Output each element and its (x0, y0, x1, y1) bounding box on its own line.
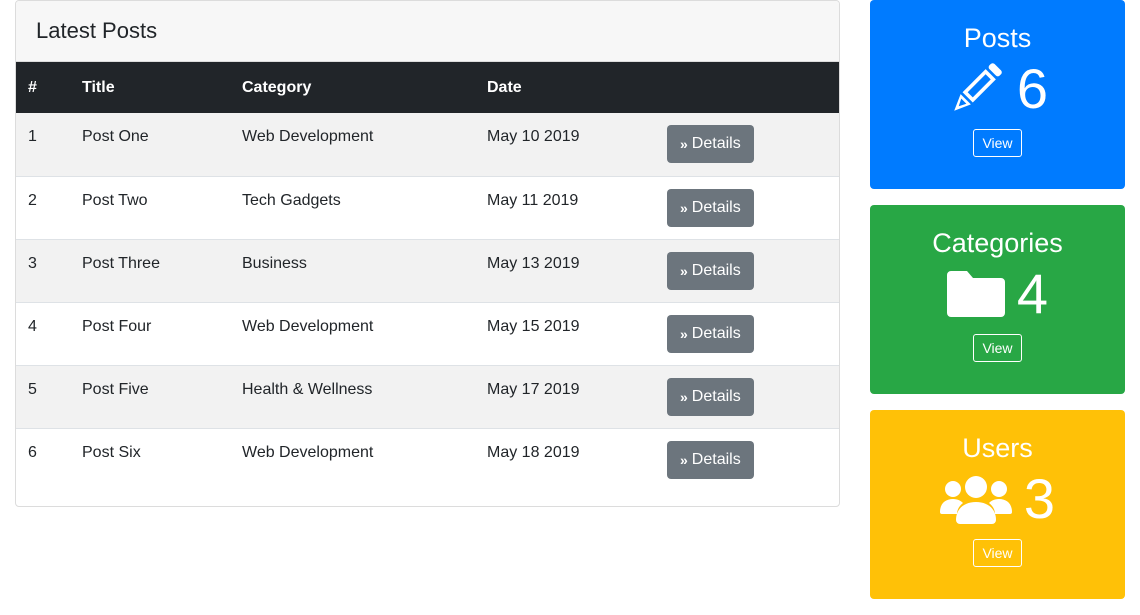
details-button-label: Details (691, 387, 741, 405)
view-users-button[interactable]: View (973, 539, 1022, 567)
details-button[interactable]: » Details (667, 440, 754, 479)
table-row: 5 Post Five Health & Wellness May 17 201… (16, 365, 839, 428)
row-title: Post Four (82, 317, 152, 335)
users-count: 3 (1023, 467, 1056, 530)
row-title: Post Six (82, 443, 141, 461)
row-category: Business (242, 254, 307, 272)
users-icon (939, 474, 1012, 524)
row-number: 5 (28, 380, 37, 398)
row-number: 4 (28, 317, 37, 335)
stat-title: Categories (932, 228, 1063, 258)
details-button[interactable]: » Details (667, 125, 754, 163)
column-header-category: Category (242, 78, 312, 96)
latest-posts-title: Latest Posts (36, 18, 158, 43)
table-row: 6 Post Six Web Development May 18 2019 »… (16, 428, 839, 506)
row-category: Web Development (242, 317, 374, 335)
folder-icon (946, 271, 1005, 317)
stat-title: Users (962, 433, 1033, 463)
details-button-label: Details (691, 198, 741, 216)
row-date: May 15 2019 (487, 317, 580, 335)
double-chevron-right-icon: » (680, 325, 688, 342)
row-title: Post One (82, 128, 149, 145)
latest-posts-header: Latest Posts (16, 1, 839, 62)
row-category: Web Development (242, 443, 374, 461)
pencil-icon (947, 60, 1005, 118)
row-number: 2 (28, 191, 37, 209)
column-header-date: Date (487, 78, 522, 96)
details-button-label: Details (691, 324, 741, 342)
posts-stat-card: Posts 6 View (870, 0, 1125, 189)
row-date: May 11 2019 (487, 191, 579, 209)
row-number: 6 (28, 443, 37, 461)
categories-stat-card: Categories 4 View (870, 205, 1125, 394)
table-row: 1 Post One Web Development May 10 2019 »… (16, 113, 839, 176)
double-chevron-right-icon: » (680, 262, 688, 279)
details-button[interactable]: » Details (667, 314, 754, 353)
details-button-label: Details (691, 450, 741, 468)
double-chevron-right-icon: » (680, 136, 688, 152)
row-category: Web Development (242, 128, 374, 145)
table-header-row: # Title Category Date (16, 62, 839, 113)
row-date: May 10 2019 (487, 128, 580, 145)
row-date: May 13 2019 (487, 254, 580, 272)
column-header-actions (655, 62, 839, 113)
details-button-label: Details (691, 261, 741, 279)
column-header-number: # (28, 78, 37, 96)
view-categories-button[interactable]: View (973, 334, 1022, 362)
posts-count: 6 (1016, 57, 1049, 120)
row-date: May 18 2019 (487, 443, 580, 461)
row-date: May 17 2019 (487, 380, 580, 398)
row-category: Health & Wellness (242, 380, 373, 398)
table-row: 4 Post Four Web Development May 15 2019 … (16, 302, 839, 365)
double-chevron-right-icon: » (680, 451, 688, 468)
details-button[interactable]: » Details (667, 377, 754, 416)
row-number: 3 (28, 254, 37, 272)
details-button[interactable]: » Details (667, 251, 754, 290)
double-chevron-right-icon: » (680, 199, 688, 216)
details-button[interactable]: » Details (667, 188, 754, 227)
view-posts-button[interactable]: View (973, 129, 1022, 157)
users-stat-card: Users 3 View (870, 410, 1125, 599)
posts-table: # Title Category Date 1 Post One Web Dev… (16, 62, 839, 506)
latest-posts-card: Latest Posts # Title Category Date 1 Pos… (15, 0, 840, 507)
row-number: 1 (28, 128, 37, 145)
double-chevron-right-icon: » (680, 388, 688, 405)
table-row: 3 Post Three Business May 13 2019 » Deta… (16, 239, 839, 302)
stat-title: Posts (963, 23, 1032, 53)
categories-count: 4 (1016, 262, 1049, 325)
table-row: 2 Post Two Tech Gadgets May 11 2019 » De… (16, 176, 839, 239)
row-title: Post Five (82, 380, 149, 398)
row-title: Post Two (82, 191, 148, 209)
details-button-label: Details (691, 135, 741, 152)
row-category: Tech Gadgets (242, 191, 341, 209)
column-header-title: Title (82, 78, 115, 96)
row-title: Post Three (82, 254, 160, 272)
